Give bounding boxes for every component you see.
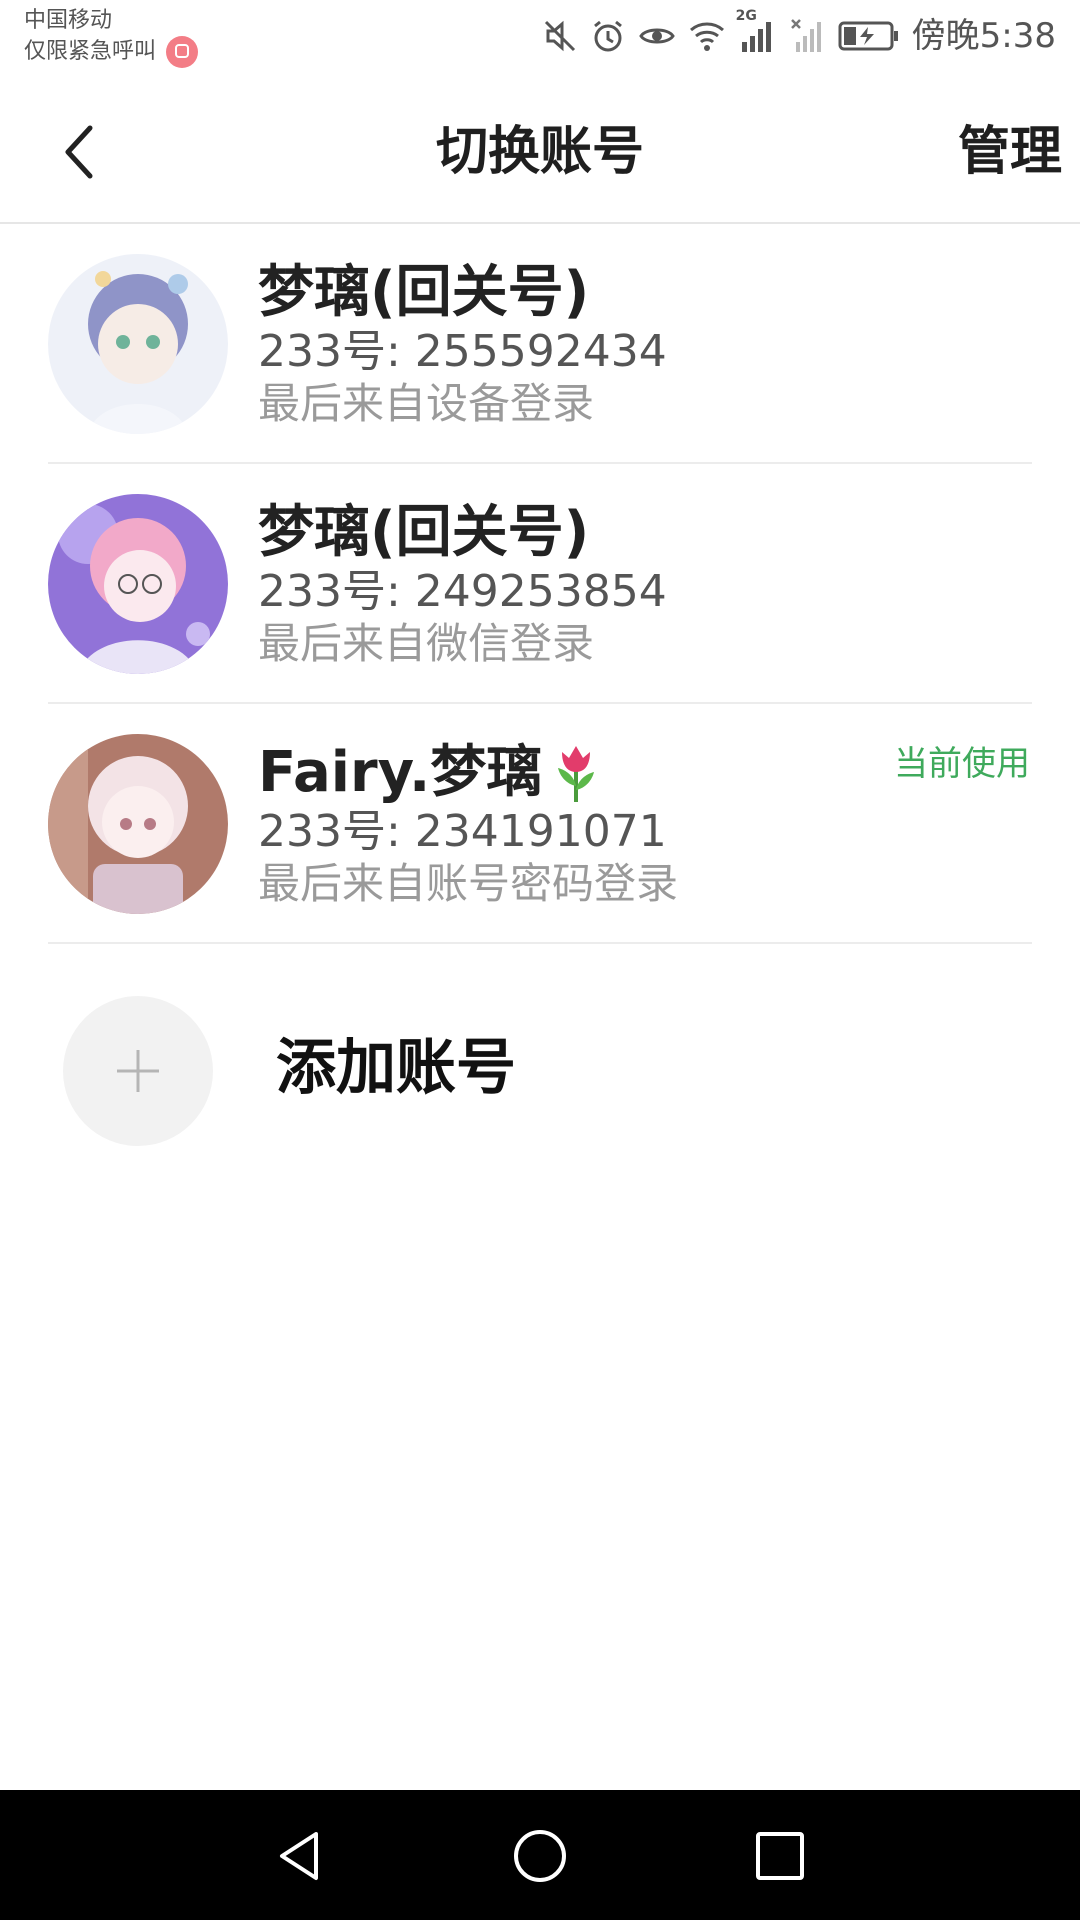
- account-name: 梦璃(回关号): [258, 260, 590, 325]
- system-navigation-bar: [0, 1790, 1080, 1920]
- eye-comfort-icon: [638, 28, 675, 44]
- carrier-info: 中国移动 仅限紧急呼叫: [24, 6, 199, 68]
- account-item[interactable]: 梦璃(回关号) 233号: 249253854 最后来自微信登录: [0, 464, 1080, 704]
- account-name: Fairy.梦璃: [258, 740, 543, 805]
- account-id: 233号: 249253854: [258, 566, 667, 617]
- status-bar: 中国移动 仅限紧急呼叫 2G 傍晚5:38: [0, 0, 1080, 80]
- battery-charging-icon: [838, 21, 898, 51]
- clock: 傍晚5:38: [911, 16, 1056, 56]
- nav-recents-button[interactable]: [738, 1814, 822, 1898]
- add-account-label: 添加账号: [276, 1033, 516, 1103]
- carrier-name: 中国移动: [24, 8, 113, 33]
- tulip-emoji-icon: [558, 746, 595, 802]
- account-id: 233号: 234191071: [258, 806, 667, 857]
- account-name: 梦璃(回关号): [258, 500, 590, 565]
- account-list: 梦璃(回关号) 233号: 255592434 最后来自设备登录 梦璃(回关号)…: [0, 224, 1080, 944]
- add-circle: [63, 996, 213, 1146]
- login-source: 最后来自账号密码登录: [258, 859, 679, 908]
- square-recents-icon: [756, 1832, 804, 1880]
- avatar: [48, 734, 228, 914]
- mute-icon: [544, 20, 575, 52]
- current-account-badge: 当前使用: [894, 744, 1030, 784]
- top-app-bar: 切换账号 管理: [0, 80, 1080, 224]
- account-id: 233号: 255592434: [258, 326, 667, 377]
- nav-back-button[interactable]: [258, 1814, 342, 1898]
- no-signal-icon: [790, 19, 821, 52]
- account-item[interactable]: Fairy.梦璃 233号: 234191071 最后来自账号密码登录 当前使用: [0, 704, 1080, 944]
- add-account-button[interactable]: 添加账号: [0, 980, 1080, 1160]
- plus-icon: [117, 1050, 159, 1092]
- login-source: 最后来自设备登录: [258, 379, 595, 428]
- account-item[interactable]: 梦璃(回关号) 233号: 255592434 最后来自设备登录: [0, 224, 1080, 464]
- avatar: [48, 254, 228, 434]
- circle-home-icon: [514, 1830, 566, 1882]
- app-notification-icon: [166, 36, 199, 68]
- avatar: [48, 494, 228, 674]
- network-type-label: 2G: [735, 8, 757, 24]
- alarm-icon: [593, 20, 622, 52]
- manage-button[interactable]: 管理: [958, 116, 1062, 188]
- wifi-icon: [689, 22, 724, 51]
- cellular-signal-1: 2G: [736, 8, 778, 54]
- emergency-only-text: 仅限紧急呼叫: [24, 39, 157, 64]
- login-source: 最后来自微信登录: [258, 619, 595, 668]
- triangle-back-icon: [280, 1832, 318, 1880]
- page-title: 切换账号: [435, 122, 644, 182]
- nav-home-button[interactable]: [498, 1814, 582, 1898]
